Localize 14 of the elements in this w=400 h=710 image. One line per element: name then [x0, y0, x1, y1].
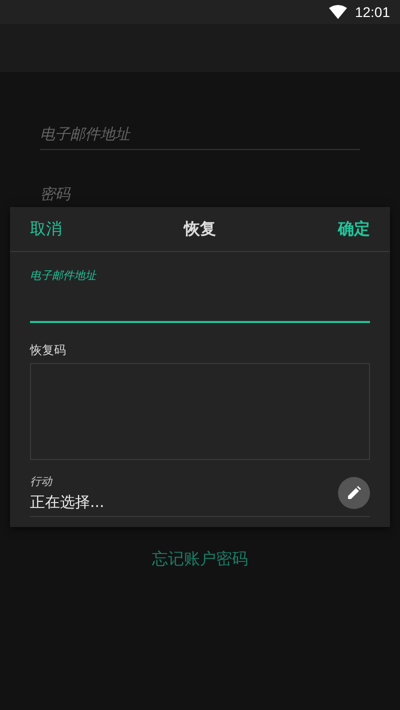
forgot-password-link[interactable]: 忘记账户密码 [152, 549, 248, 570]
clock-time: 12:01 [354, 4, 390, 20]
recovery-code-label: 恢复码 [30, 342, 66, 359]
dialog-title: 恢复 [184, 218, 216, 240]
edit-button[interactable] [338, 477, 370, 509]
action-label: 行动 [30, 474, 52, 489]
pencil-icon [347, 486, 361, 500]
password-field[interactable]: 密码 [40, 182, 360, 209]
cancel-button[interactable]: 取消 [30, 218, 62, 240]
email-field[interactable]: 电子邮件地址 [40, 122, 360, 150]
email-label: 电子邮件地址 [30, 268, 96, 283]
wifi-icon [328, 5, 347, 19]
action-value[interactable]: 正在选择... [30, 493, 104, 512]
confirm-button[interactable]: 确定 [338, 218, 370, 240]
